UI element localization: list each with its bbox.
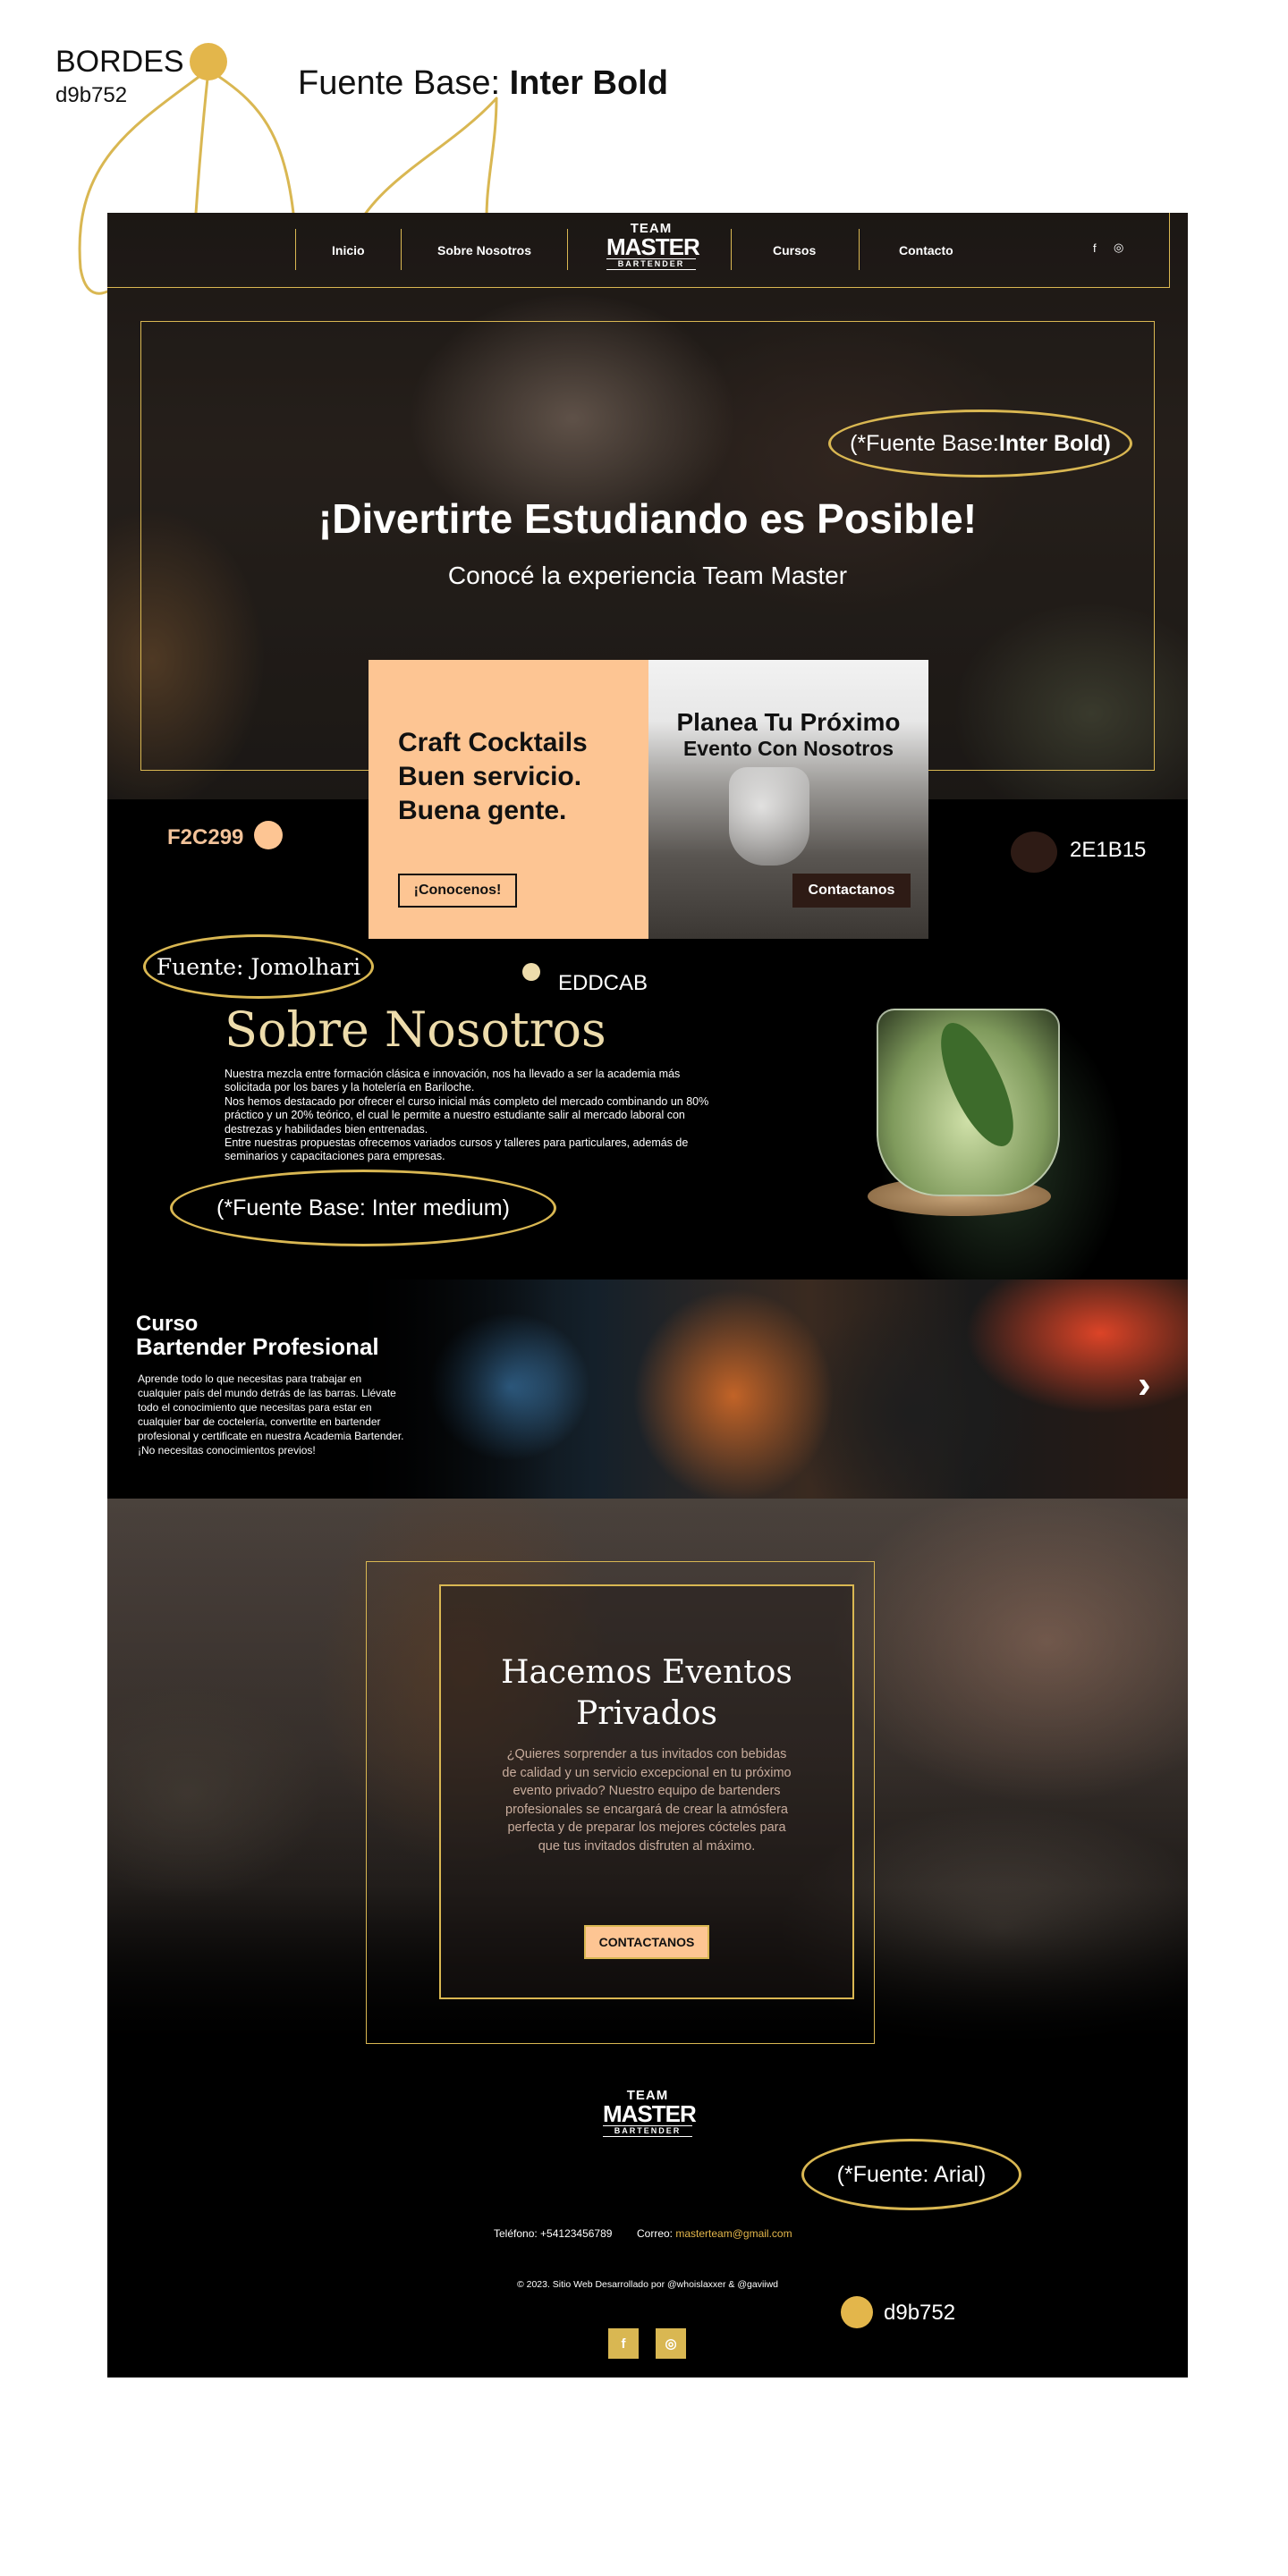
nav-divider [731,229,732,270]
navbar: Inicio Sobre Nosotros TEAM MASTER BARTEN… [107,213,1170,288]
instagram-icon[interactable]: ◎ [1114,241,1123,255]
nav-link-contacto[interactable]: Contacto [899,243,953,258]
about-text: Nuestra mezcla entre formación clásica e… [225,1068,725,1164]
annotation-font-name: Inter Bold [509,64,668,102]
annotation-font-prefix: Fuente Base: [298,64,501,102]
annotation-cream-hex: EDDCAB [558,971,648,995]
annotation-inter-medium: (*Fuente Base: Inter medium) [170,1170,556,1246]
card-line: Buena gente. [398,796,567,825]
events-section: Hacemos Eventos Privados ¿Quieres sorpre… [107,1499,1188,2053]
annotation-jomolhari: Fuente: Jomolhari [143,934,374,999]
footer-instagram-icon[interactable]: ◎ [656,2328,686,2359]
footer: TEAM MASTER BARTENDER Teléfono: +5412345… [107,2053,1188,2378]
logo-master: MASTER [606,233,700,260]
events-contact-button[interactable]: CONTACTANOS [584,1925,709,1959]
about-paragraph: Nos hemos destacado por ofrecer el curso… [225,1094,709,1136]
conocenos-button[interactable]: ¡Conocenos! [398,874,517,908]
nav-divider [567,229,568,270]
logo[interactable]: TEAM MASTER BARTENDER [606,222,700,270]
nav-link-inicio[interactable]: Inicio [332,243,365,258]
events-title: Hacemos Eventos Privados [501,1654,792,1732]
annotation-font-base: Fuente Base: Inter Bold [298,64,668,103]
glass-image [729,767,809,866]
logo-bartender: BARTENDER [603,2125,692,2137]
annotation-borders-label: BORDES [55,45,184,79]
nav-link-sobre-nosotros[interactable]: Sobre Nosotros [437,243,531,258]
nav-divider [401,229,402,270]
card-subtitle: Evento Con Nosotros [682,737,894,760]
design-board: BORDES d9b752 Fuente Base: Inter Bold In… [0,0,1288,2576]
nav-link-cursos[interactable]: Cursos [773,243,816,258]
border-color-swatch [190,43,227,80]
annotation-hero-font: (*Fuente Base: Inter Bold) [828,410,1132,477]
chevron-right-icon[interactable]: › [1138,1365,1151,1405]
hero-subtitle: Conocé la experiencia Team Master [447,562,848,589]
annotation-hero-font-bold: Inter Bold) [998,430,1111,456]
about-title: Sobre Nosotros [225,1001,606,1058]
footer-border-swatch [841,2296,873,2328]
brown-swatch [1011,832,1057,873]
card-line: Craft Cocktails [398,728,588,757]
annotation-brown-hex: 2E1B15 [1070,838,1147,862]
card-line: Buen servicio. [398,762,582,791]
website-mockup: Inicio Sobre Nosotros TEAM MASTER BARTEN… [107,213,1188,2378]
logo-master: MASTER [603,2100,697,2127]
cream-swatch [522,963,540,981]
about-paragraph: Nuestra mezcla entre formación clásica e… [225,1068,681,1094]
card-headline: Craft Cocktails Buen servicio. Buena gen… [398,726,588,828]
nav-divider [295,229,296,270]
annotation-hero-font-text: (*Fuente Base: [850,430,999,456]
contactanos-button[interactable]: Contactanos [792,874,911,908]
footer-logo[interactable]: TEAM MASTER BARTENDER [603,2089,697,2137]
footer-phone: Teléfono: +54123456789 [494,2227,613,2240]
footer-email: Correo: masterteam@gmail.com [637,2227,792,2240]
annotation-footer-hex: d9b752 [884,2301,956,2325]
course-description: Aprende todo lo que necesitas para traba… [138,1372,404,1457]
hero-title: ¡Divertirte Estudiando es Posible! [318,495,978,542]
annotation-borders-hex: d9b752 [55,83,128,107]
craft-cocktails-card: Craft Cocktails Buen servicio. Buena gen… [369,660,648,939]
footer-copyright: © 2023. Sitio Web Desarrollado por @whoi… [516,2279,779,2290]
course-banner: Curso Bartender Profesional Aprende todo… [107,1280,1188,1499]
nav-divider [859,229,860,270]
about-paragraph: Entre nuestras propuestas ofrecemos vari… [225,1136,689,1163]
annotation-orange-hex: F2C299 [167,825,244,849]
card-title: Planea Tu Próximo [676,708,901,736]
orange-swatch [254,821,283,849]
footer-email-label: Correo: [637,2227,676,2240]
logo-bartender: BARTENDER [606,258,696,270]
footer-email-link[interactable]: masterteam@gmail.com [675,2227,792,2240]
facebook-icon[interactable]: f [1093,241,1097,255]
plan-event-card: Planea Tu Próximo Evento Con Nosotros Co… [648,660,928,939]
events-text: ¿Quieres sorprender a tus invitados con … [502,1747,792,1854]
annotation-arial: (*Fuente: Arial) [801,2139,1021,2210]
footer-facebook-icon[interactable]: f [608,2328,639,2359]
course-title: Bartender Profesional [136,1333,379,1360]
